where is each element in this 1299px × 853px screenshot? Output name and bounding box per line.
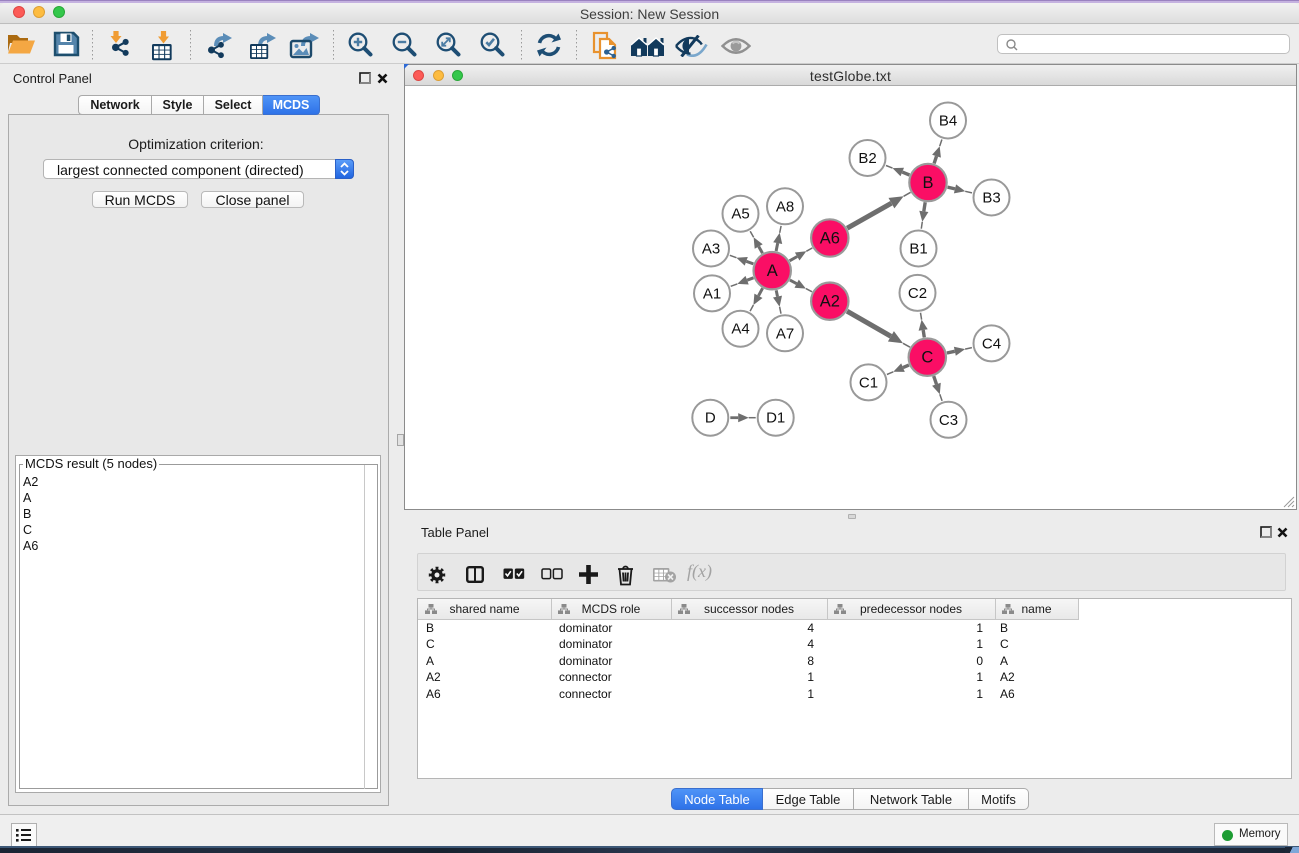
svg-text:A6: A6 <box>820 230 840 248</box>
svg-text:A4: A4 <box>731 321 749 338</box>
svg-text:D1: D1 <box>766 410 785 427</box>
svg-text:A2: A2 <box>820 293 840 311</box>
svg-text:A3: A3 <box>702 241 720 258</box>
svg-text:A5: A5 <box>731 206 749 223</box>
svg-text:B2: B2 <box>858 150 876 167</box>
svg-text:A8: A8 <box>776 198 794 215</box>
svg-text:B1: B1 <box>909 241 927 258</box>
svg-text:C: C <box>921 349 933 367</box>
svg-text:C1: C1 <box>859 374 878 391</box>
svg-text:B: B <box>922 174 933 192</box>
svg-text:C3: C3 <box>939 412 958 429</box>
svg-text:C4: C4 <box>982 335 1001 352</box>
svg-text:D: D <box>705 410 716 427</box>
svg-text:A: A <box>767 262 778 280</box>
svg-text:C2: C2 <box>908 285 927 302</box>
svg-text:A7: A7 <box>776 325 794 342</box>
svg-text:A1: A1 <box>703 285 721 302</box>
svg-text:B4: B4 <box>939 113 957 130</box>
svg-text:B3: B3 <box>982 190 1000 207</box>
